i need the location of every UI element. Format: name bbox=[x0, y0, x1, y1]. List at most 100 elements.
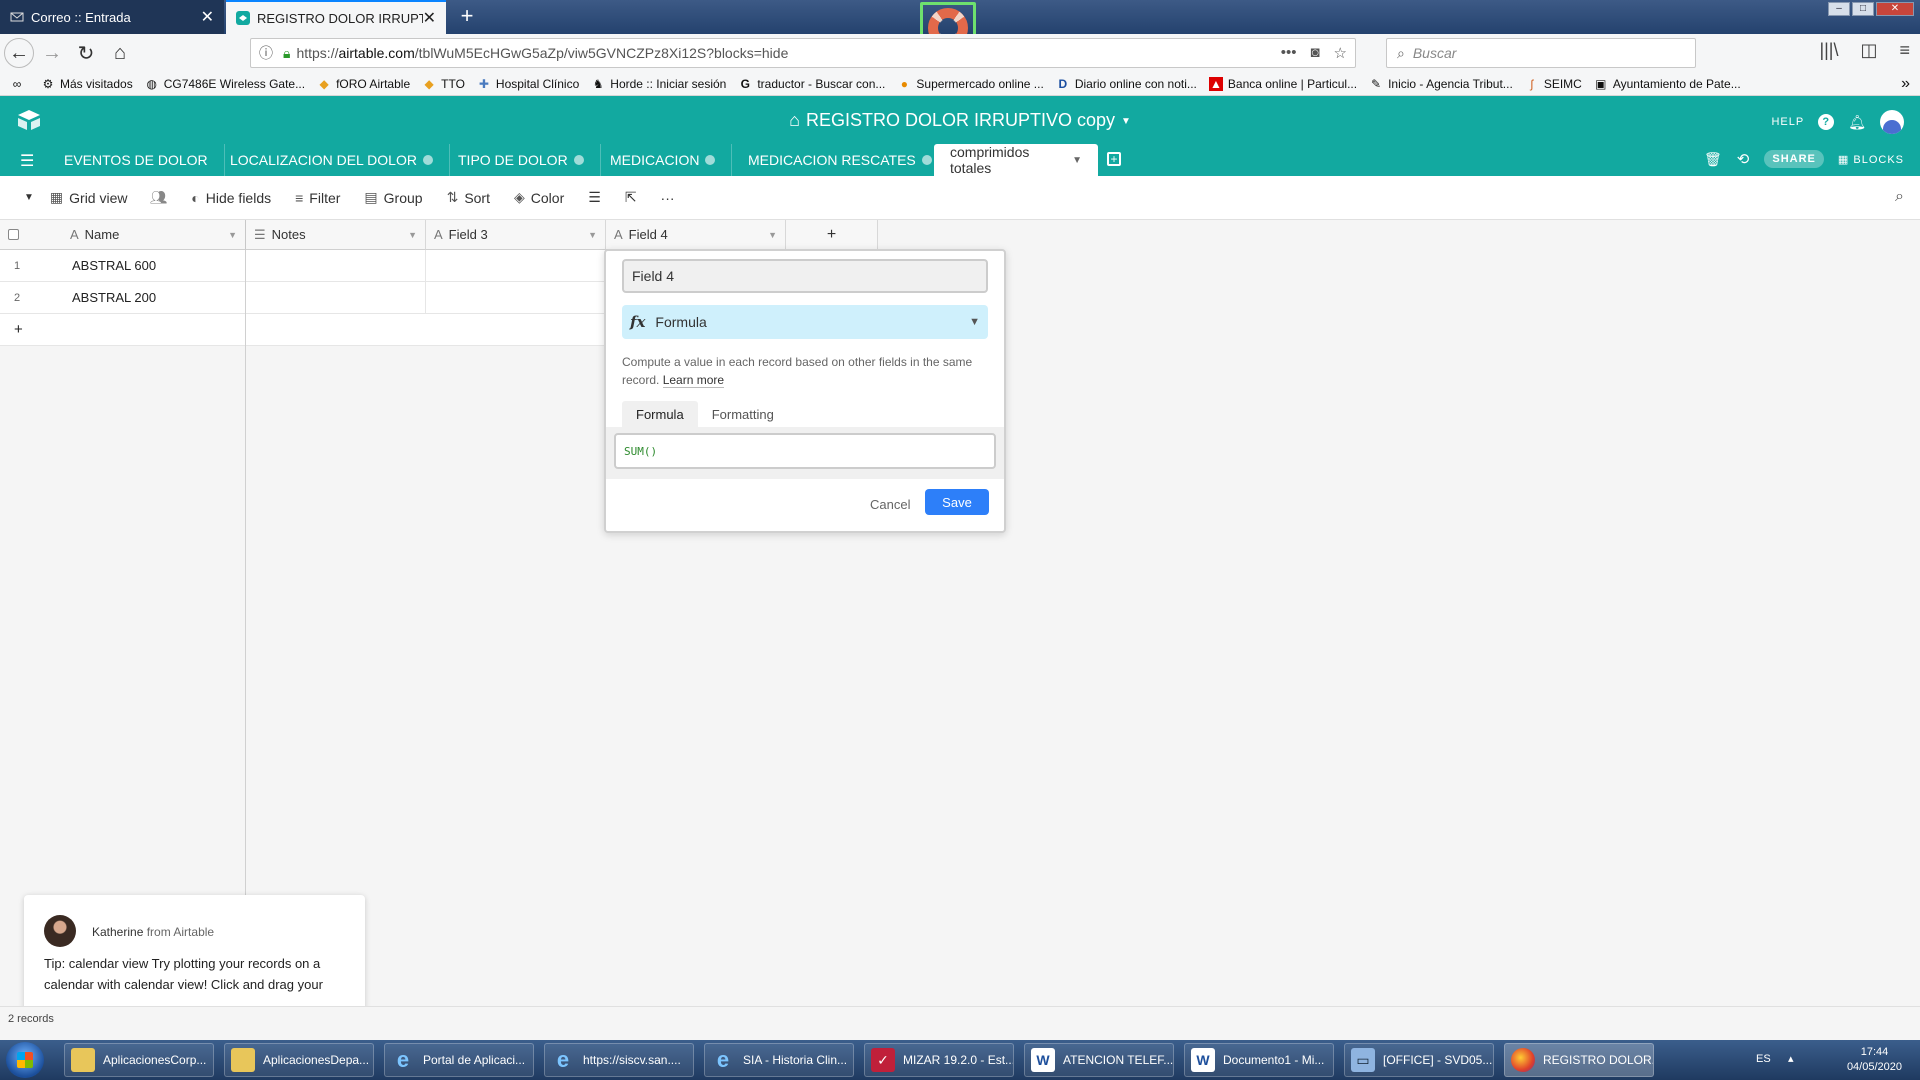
table-cell-field-3[interactable] bbox=[426, 250, 606, 282]
base-title[interactable]: ⌂ REGISTRO DOLOR IRRUPTIVO copy ▼ bbox=[0, 110, 1920, 131]
add-row-strip[interactable] bbox=[246, 314, 604, 346]
taskbar-item[interactable]: AplicacionesCorp... bbox=[64, 1043, 214, 1077]
page-actions-icon[interactable]: ••• bbox=[1281, 44, 1297, 62]
column-header-name[interactable]: A Name ▼ bbox=[62, 220, 246, 250]
learn-more-link[interactable]: Learn more bbox=[662, 373, 725, 388]
tab-formula[interactable]: Formula bbox=[622, 401, 698, 428]
column-header-field-4[interactable]: A Field 4 ▼ bbox=[606, 220, 786, 250]
bookmark-item[interactable]: ✚ Hospital Clínico bbox=[477, 77, 579, 91]
library-icon[interactable]: |||\ bbox=[1819, 40, 1838, 61]
table-cell-name[interactable]: ABSTRAL 200 bbox=[62, 282, 246, 314]
search-icon[interactable]: ⌕ bbox=[1895, 188, 1904, 206]
filter-button[interactable]: ≡ Filter bbox=[295, 190, 340, 206]
back-icon[interactable]: ← bbox=[4, 38, 34, 68]
bookmark-item[interactable]: ● Supermercado online ... bbox=[897, 77, 1044, 91]
select-all-checkbox[interactable] bbox=[8, 229, 19, 240]
chevron-down-icon[interactable]: ▼ bbox=[768, 230, 777, 240]
avatar[interactable] bbox=[1880, 110, 1904, 134]
hide-fields-button[interactable]: ◐ Hide fields bbox=[191, 190, 271, 206]
bookmark-star-icon[interactable]: ☆ bbox=[1334, 44, 1347, 62]
close-tab-icon[interactable]: ✕ bbox=[423, 8, 436, 28]
menu-icon[interactable]: ≡ bbox=[1899, 40, 1910, 61]
taskbar-item[interactable]: e SIA - Historia Clin... bbox=[704, 1043, 854, 1077]
trash-icon[interactable]: 🗑︎ bbox=[1704, 151, 1723, 168]
table-cell-notes[interactable] bbox=[246, 282, 426, 314]
add-row-button[interactable]: + bbox=[0, 314, 246, 346]
search-input[interactable]: ⌕ Buscar bbox=[1386, 38, 1696, 68]
bookmark-item[interactable]: ◆ TTO bbox=[422, 77, 465, 91]
home-icon[interactable]: ⌂ bbox=[104, 37, 136, 69]
info-icon[interactable]: ⓘ bbox=[259, 43, 273, 63]
bookmark-item[interactable]: ʃ SEIMC bbox=[1525, 77, 1581, 91]
bookmark-item[interactable]: Gtraductor - Buscar con... bbox=[738, 77, 886, 91]
bell-icon[interactable]: 🔔︎ bbox=[1848, 114, 1866, 131]
tip-card[interactable]: Katherine from Airtable Tip: calendar vi… bbox=[24, 895, 365, 1015]
bookmark-item[interactable]: ▣ Ayuntamiento de Pate... bbox=[1594, 77, 1741, 91]
tab-eventos-de-dolor[interactable]: EVENTOS DE DOLOR bbox=[48, 144, 225, 176]
chevron-down-icon[interactable]: ▼ bbox=[1072, 155, 1082, 166]
browser-tab-mail[interactable]: Correo :: Entrada ✕ bbox=[0, 0, 224, 34]
bookmark-item[interactable]: ✎ Inicio - Agencia Tribut... bbox=[1369, 77, 1513, 91]
tab-medicacion-rescates[interactable]: MEDICACION RESCATES bbox=[732, 144, 949, 176]
maximize-icon[interactable]: □ bbox=[1852, 2, 1874, 16]
sidebar-icon[interactable]: ◫ bbox=[1860, 40, 1877, 61]
tab-tipo-de-dolor[interactable]: TIPO DE DOLOR bbox=[442, 144, 601, 176]
clock[interactable]: 17:44 04/05/2020 bbox=[1847, 1045, 1902, 1075]
add-field-button[interactable]: + bbox=[786, 220, 878, 250]
bookmark-item[interactable]: ◆ fORO Airtable bbox=[317, 77, 410, 91]
taskbar-item[interactable]: ▭ [OFFICE] - SVD05... bbox=[1344, 1043, 1494, 1077]
url-bar[interactable]: ⓘ 🔒︎ https://airtable.com/tblWuM5EcHGwG5… bbox=[250, 38, 1356, 68]
table-cell-field-3[interactable] bbox=[426, 282, 606, 314]
chevron-down-icon[interactable]: ▼ bbox=[228, 230, 237, 240]
column-header-field-3[interactable]: A Field 3 ▼ bbox=[426, 220, 606, 250]
taskbar-item[interactable]: W Documento1 - Mi... bbox=[1184, 1043, 1334, 1077]
help-label[interactable]: HELP bbox=[1771, 116, 1804, 128]
group-button[interactable]: ▤ Group bbox=[364, 189, 422, 206]
tab-formatting[interactable]: Formatting bbox=[698, 401, 788, 428]
save-button[interactable]: Save bbox=[925, 489, 989, 515]
bookmark-item[interactable]: ⚙ Más visitados bbox=[41, 77, 133, 91]
minimize-icon[interactable]: – bbox=[1828, 2, 1850, 16]
taskbar-item[interactable]: e https://siscv.san.... bbox=[544, 1043, 694, 1077]
start-button[interactable] bbox=[6, 1042, 44, 1078]
share-button[interactable]: SHARE bbox=[1764, 150, 1824, 168]
table-cell-name[interactable]: ABSTRAL 600 bbox=[62, 250, 246, 282]
cancel-button[interactable]: Cancel bbox=[870, 497, 910, 512]
view-switcher[interactable]: ▦ Grid view 👥︎ bbox=[50, 189, 167, 206]
field-name-input[interactable]: Field 4 bbox=[622, 259, 988, 293]
browser-tab-airtable[interactable]: REGISTRO DOLOR IRRUPTIVO c ✕ bbox=[226, 0, 446, 34]
history-icon[interactable]: ⟲ bbox=[1737, 150, 1751, 168]
taskbar-item[interactable]: ✓ MIZAR 19.2.0 - Est... bbox=[864, 1043, 1014, 1077]
tab-medicacion[interactable]: MEDICACION bbox=[594, 144, 733, 176]
close-tab-icon[interactable]: ✕ bbox=[201, 7, 214, 27]
more-bookmarks-icon[interactable]: » bbox=[1901, 75, 1910, 93]
tab-comprimidos-totales[interactable]: comprimidos totales ▼ bbox=[934, 144, 1098, 176]
new-tab-icon[interactable]: + bbox=[454, 3, 480, 29]
views-toggle-icon[interactable]: ▼ bbox=[24, 192, 34, 203]
taskbar-item[interactable]: e Portal de Aplicaci... bbox=[384, 1043, 534, 1077]
column-header-notes[interactable]: ☰ Notes ▼ bbox=[246, 220, 426, 250]
close-window-icon[interactable]: ✕ bbox=[1876, 2, 1914, 16]
pocket-icon[interactable]: ◙ bbox=[1310, 44, 1319, 62]
reload-icon[interactable]: ↻ bbox=[70, 37, 102, 69]
add-table-icon[interactable]: + bbox=[1107, 152, 1121, 166]
row-height-icon[interactable]: ☰ bbox=[588, 189, 601, 206]
taskbar-item[interactable]: AplicacionesDepa... bbox=[224, 1043, 374, 1077]
sort-button[interactable]: ⇅ Sort bbox=[447, 189, 490, 206]
hamburger-menu-icon[interactable]: ☰ bbox=[20, 151, 34, 171]
bookmark-item[interactable]: D Diario online con noti... bbox=[1056, 77, 1196, 91]
forward-icon[interactable]: → bbox=[36, 37, 68, 69]
formula-input[interactable]: SUM() bbox=[614, 433, 996, 469]
language-indicator[interactable]: ES bbox=[1756, 1053, 1771, 1065]
field-type-select[interactable]: fx Formula ▼ bbox=[622, 305, 988, 339]
taskbar-item[interactable]: W ATENCION TELEF... bbox=[1024, 1043, 1174, 1077]
bookmark-glasses-icon[interactable]: ∞ bbox=[10, 77, 29, 91]
chevron-down-icon[interactable]: ▼ bbox=[588, 230, 597, 240]
show-hidden-icons-icon[interactable]: ▴ bbox=[1788, 1052, 1794, 1065]
collaborators-icon[interactable]: 👥︎ bbox=[150, 189, 168, 206]
color-button[interactable]: ◈ Color bbox=[514, 189, 564, 206]
table-cell-notes[interactable] bbox=[246, 250, 426, 282]
help-icon[interactable]: ? bbox=[1818, 114, 1835, 130]
more-options-button[interactable]: ··· bbox=[661, 190, 675, 206]
blocks-button[interactable]: ▦ BLOCKS bbox=[1838, 153, 1904, 166]
